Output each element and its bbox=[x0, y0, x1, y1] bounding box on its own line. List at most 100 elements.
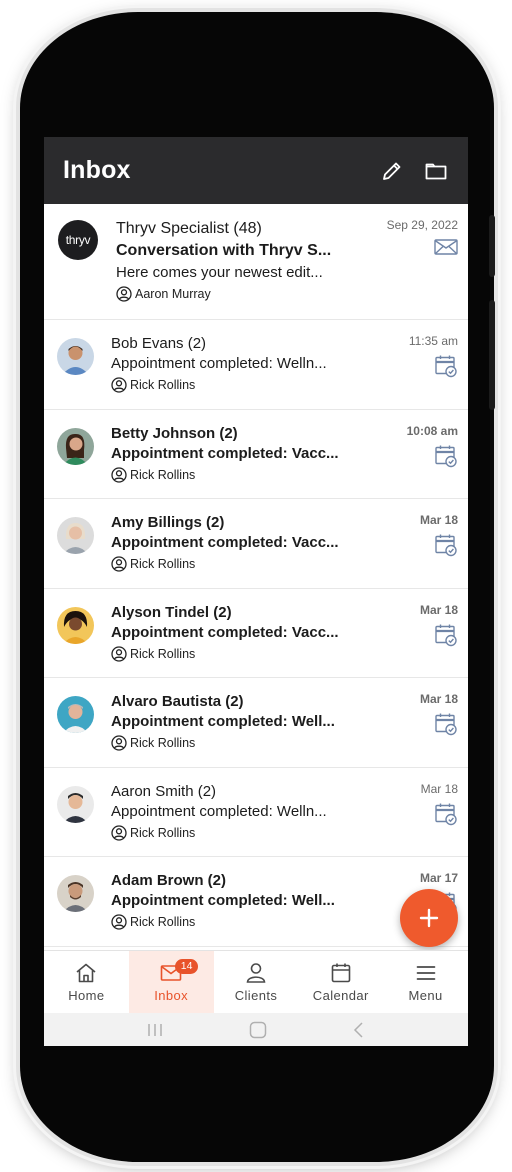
thryv-logo: thryv bbox=[65, 233, 91, 247]
app-screen: Inbox thryv Thryv Specialist (48) Conver… bbox=[44, 137, 468, 1046]
conversation-subject: Conversation with Thryv S... bbox=[116, 242, 332, 259]
avatar bbox=[57, 338, 94, 375]
new-conversation-fab[interactable] bbox=[400, 889, 458, 947]
thryv-logo-avatar: thryv bbox=[58, 220, 98, 260]
conversation-name: Betty Johnson (2) bbox=[111, 424, 238, 442]
avatar bbox=[57, 606, 94, 644]
assignee-name: Rick Rollins bbox=[130, 467, 196, 482]
recent-apps-icon bbox=[148, 1023, 163, 1036]
avatar bbox=[57, 875, 94, 912]
conversation-row[interactable]: Betty Johnson (2) Appointment completed:… bbox=[44, 410, 468, 499]
unread-badge: 14 bbox=[174, 959, 199, 974]
calendar-icon bbox=[329, 961, 353, 985]
conversation-date: Sep 29, 2022 bbox=[386, 218, 458, 232]
conversation-name: Alvaro Bautista (2) bbox=[111, 693, 244, 710]
nav-label: Menu bbox=[408, 988, 443, 1003]
avatar bbox=[57, 785, 94, 823]
calendar-check-icon bbox=[407, 444, 458, 468]
assignee-name: Rick Rollins bbox=[130, 378, 196, 392]
assignee-name: Rick Rollins bbox=[130, 825, 196, 840]
folder-icon bbox=[425, 163, 447, 179]
conversation-row[interactable]: Bob Evans (2) Appointment completed: Wel… bbox=[44, 320, 468, 410]
back-chevron-icon bbox=[353, 1021, 363, 1038]
user-circle-icon bbox=[111, 556, 127, 572]
assignee: Rick Rollins bbox=[111, 913, 376, 931]
conversation-subject: Appointment completed: Welln... bbox=[111, 802, 327, 820]
conversation-subject: Appointment completed: Well... bbox=[111, 713, 335, 730]
user-circle-icon bbox=[111, 735, 127, 751]
plus-icon bbox=[419, 908, 439, 928]
user-circle-icon bbox=[116, 286, 132, 302]
compose-button[interactable] bbox=[374, 153, 410, 189]
conversation-date: 10:08 am bbox=[406, 423, 458, 438]
bottom-nav: Home 14 Inbox Clients Calendar Menu bbox=[44, 950, 468, 1013]
conversation-preview: Here comes your newest edit... bbox=[116, 264, 323, 281]
conversation-subject: Appointment completed: Welln... bbox=[111, 355, 327, 372]
app-header: Inbox bbox=[44, 137, 468, 204]
conversation-date: Mar 18 bbox=[419, 602, 458, 617]
email-icon bbox=[387, 238, 458, 256]
recent-apps-button[interactable] bbox=[145, 1022, 165, 1038]
folder-button[interactable] bbox=[418, 153, 454, 189]
conversation-subject: Appointment completed: Vacc... bbox=[111, 444, 339, 462]
conversation-name: Amy Billings (2) bbox=[111, 514, 225, 531]
nav-home[interactable]: Home bbox=[44, 951, 129, 1013]
assignee-name: Rick Rollins bbox=[130, 736, 196, 750]
assignee: Rick Rollins bbox=[111, 376, 376, 394]
home-icon bbox=[74, 961, 98, 985]
system-nav-bar bbox=[44, 1013, 468, 1046]
conversation-date: Mar 18 bbox=[419, 692, 458, 706]
conversation-subject: Appointment completed: Vacc... bbox=[111, 623, 339, 641]
conversation-name: Aaron Smith (2) bbox=[111, 782, 217, 800]
user-circle-icon bbox=[111, 824, 127, 841]
avatar bbox=[57, 696, 94, 733]
conversation-row[interactable]: Alyson Tindel (2) Appointment completed:… bbox=[44, 589, 468, 678]
assignee: Rick Rollins bbox=[111, 645, 376, 663]
conversation-row[interactable]: Amy Billings (2) Appointment completed: … bbox=[44, 499, 468, 589]
user-circle-icon bbox=[111, 377, 127, 393]
home-square-icon bbox=[249, 1021, 267, 1038]
conversation-name: Bob Evans (2) bbox=[111, 335, 207, 352]
nav-label: Inbox bbox=[154, 988, 189, 1003]
conversation-subject: Appointment completed: Well... bbox=[111, 892, 335, 909]
user-circle-icon bbox=[111, 914, 127, 930]
pencil-icon bbox=[383, 162, 401, 180]
calendar-check-icon bbox=[420, 533, 458, 557]
conversation-date: Mar 18 bbox=[419, 513, 458, 527]
hamburger-icon bbox=[414, 961, 438, 985]
conversation-date: Mar 17 bbox=[419, 871, 458, 885]
conversation-name: Alyson Tindel (2) bbox=[111, 603, 232, 621]
conversation-name: Thryv Specialist (48) bbox=[116, 220, 262, 237]
conversation-name: Adam Brown (2) bbox=[111, 872, 227, 889]
nav-menu[interactable]: Menu bbox=[383, 951, 468, 1013]
calendar-check-icon bbox=[420, 623, 458, 647]
calendar-check-icon bbox=[421, 802, 458, 826]
nav-inbox[interactable]: 14 Inbox bbox=[128, 951, 214, 1013]
nav-label: Home bbox=[68, 988, 105, 1003]
home-system-button[interactable] bbox=[248, 1020, 268, 1040]
conversation-row[interactable]: thryv Thryv Specialist (48) Conversation… bbox=[44, 204, 468, 320]
page-title: Inbox bbox=[63, 156, 131, 184]
avatar bbox=[57, 517, 94, 554]
assignee: Rick Rollins bbox=[111, 734, 376, 752]
conversation-subject: Appointment completed: Vacc... bbox=[111, 534, 339, 551]
assignee: Rick Rollins bbox=[111, 555, 376, 573]
nav-calendar[interactable]: Calendar bbox=[298, 951, 383, 1013]
person-icon bbox=[244, 961, 268, 985]
assignee: Rick Rollins bbox=[111, 466, 376, 484]
user-circle-icon bbox=[111, 645, 127, 662]
assignee-name: Rick Rollins bbox=[130, 915, 196, 929]
nav-label: Clients bbox=[234, 988, 278, 1003]
back-button[interactable] bbox=[351, 1021, 367, 1039]
conversation-row[interactable]: Aaron Smith (2) Appointment completed: W… bbox=[44, 768, 468, 857]
phone-side-button bbox=[489, 300, 495, 410]
assignee-name: Aaron Murray bbox=[135, 287, 211, 301]
conversation-row[interactable]: Alvaro Bautista (2) Appointment complete… bbox=[44, 678, 468, 768]
assignee-name: Rick Rollins bbox=[130, 646, 196, 661]
avatar bbox=[57, 427, 94, 465]
conversation-date: Mar 18 bbox=[420, 781, 458, 796]
phone-side-button bbox=[489, 215, 495, 277]
conversation-date: 11:35 am bbox=[408, 334, 458, 348]
user-circle-icon bbox=[111, 466, 127, 483]
nav-clients[interactable]: Clients bbox=[214, 951, 299, 1013]
